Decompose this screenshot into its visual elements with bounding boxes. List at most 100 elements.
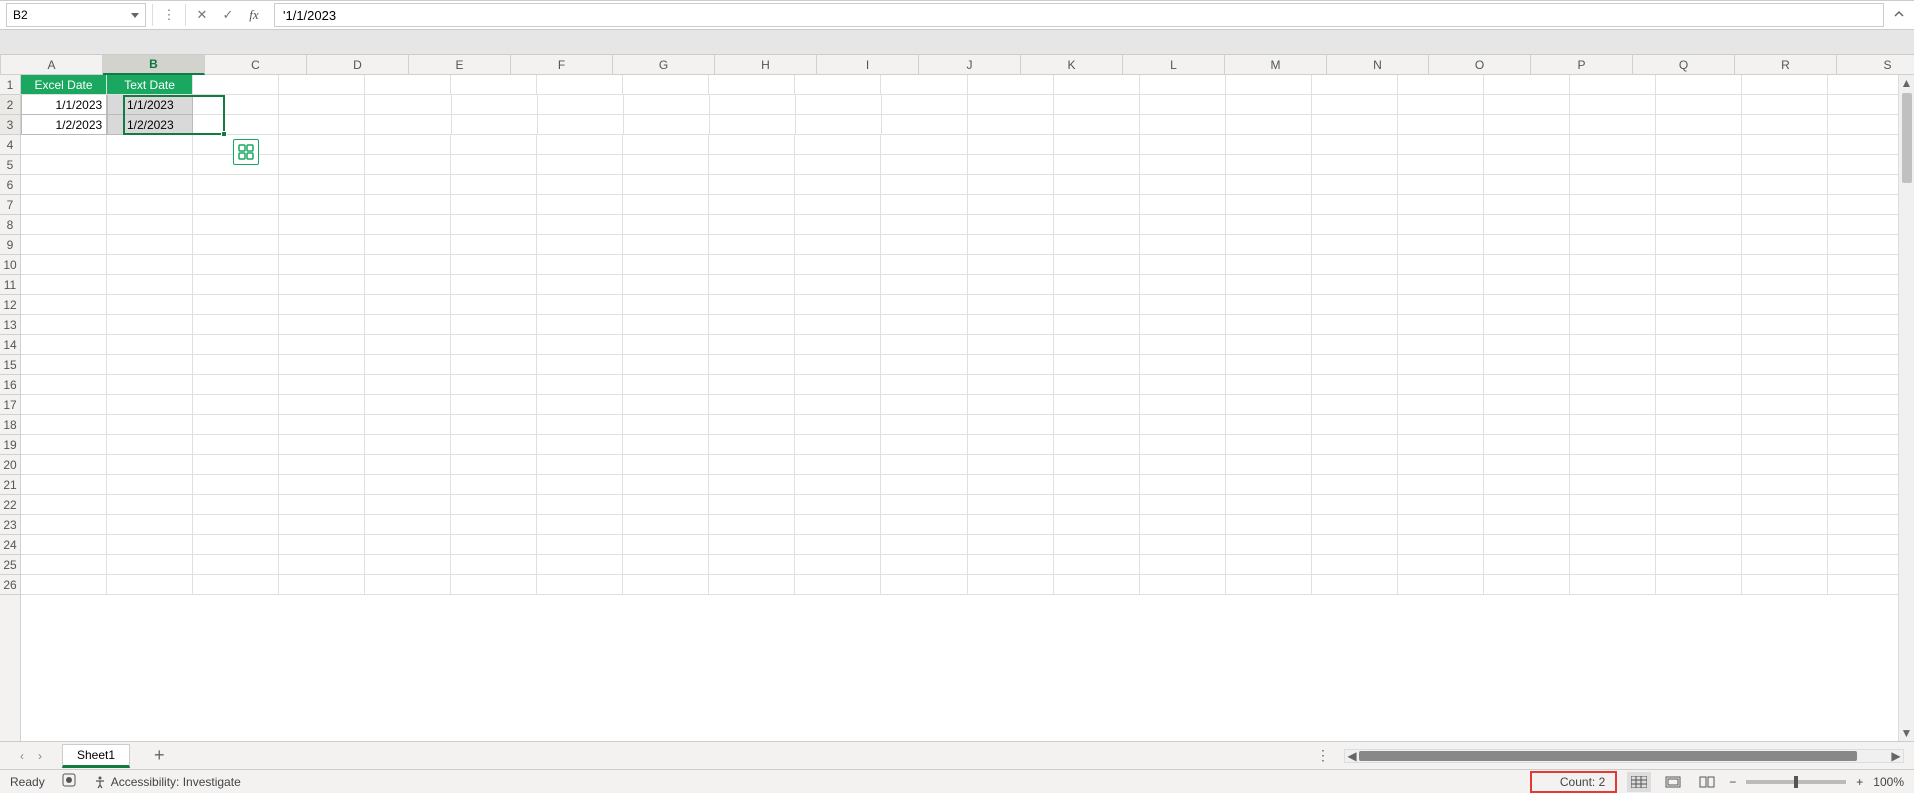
cell-G10[interactable] xyxy=(537,255,623,275)
cell-T23[interactable] xyxy=(1656,515,1742,535)
cell-Q20[interactable] xyxy=(1398,455,1484,475)
cell-H10[interactable] xyxy=(623,255,709,275)
cell-J19[interactable] xyxy=(795,435,881,455)
cell-S1[interactable] xyxy=(1570,75,1656,95)
row-header-16[interactable]: 16 xyxy=(0,375,20,395)
cell-J15[interactable] xyxy=(795,355,881,375)
cell-G20[interactable] xyxy=(537,455,623,475)
cell-G22[interactable] xyxy=(537,495,623,515)
cell-A13[interactable] xyxy=(21,315,107,335)
cell-H19[interactable] xyxy=(623,435,709,455)
next-sheet-button[interactable]: › xyxy=(38,749,42,763)
macro-recorder-icon[interactable] xyxy=(61,772,77,791)
cell-H6[interactable] xyxy=(623,175,709,195)
cell-J9[interactable] xyxy=(795,235,881,255)
accessibility-button[interactable]: Accessibility: Investigate xyxy=(93,775,241,789)
cell-E15[interactable] xyxy=(365,355,451,375)
cell-N12[interactable] xyxy=(1140,295,1226,315)
cell-U26[interactable] xyxy=(1742,575,1828,595)
cell-F1[interactable] xyxy=(451,75,537,95)
cell-M18[interactable] xyxy=(1054,415,1140,435)
cell-U14[interactable] xyxy=(1742,335,1828,355)
cell-T19[interactable] xyxy=(1656,435,1742,455)
cell-S8[interactable] xyxy=(1570,215,1656,235)
cell-S19[interactable] xyxy=(1570,435,1656,455)
cell-M5[interactable] xyxy=(1054,155,1140,175)
cell-H2[interactable] xyxy=(624,95,710,115)
row-header-7[interactable]: 7 xyxy=(0,195,20,215)
cell-O15[interactable] xyxy=(1226,355,1312,375)
cell-C3[interactable] xyxy=(193,115,279,135)
cell-J24[interactable] xyxy=(795,535,881,555)
cell-S2[interactable] xyxy=(1570,95,1656,115)
cell-J17[interactable] xyxy=(795,395,881,415)
cell-P10[interactable] xyxy=(1312,255,1398,275)
cell-I20[interactable] xyxy=(709,455,795,475)
cell-S3[interactable] xyxy=(1570,115,1656,135)
row-header-19[interactable]: 19 xyxy=(0,435,20,455)
cell-B7[interactable] xyxy=(107,195,193,215)
cell-N25[interactable] xyxy=(1140,555,1226,575)
cell-S7[interactable] xyxy=(1570,195,1656,215)
cell-K2[interactable] xyxy=(882,95,968,115)
cell-I11[interactable] xyxy=(709,275,795,295)
cell-D9[interactable] xyxy=(279,235,365,255)
cell-N26[interactable] xyxy=(1140,575,1226,595)
cell-P26[interactable] xyxy=(1312,575,1398,595)
cell-H14[interactable] xyxy=(623,335,709,355)
cell-J12[interactable] xyxy=(795,295,881,315)
cancel-formula-button[interactable]: ✕ xyxy=(192,5,212,25)
cell-B20[interactable] xyxy=(107,455,193,475)
cell-I5[interactable] xyxy=(709,155,795,175)
cell-L2[interactable] xyxy=(968,95,1054,115)
cell-N3[interactable] xyxy=(1140,115,1226,135)
cell-G12[interactable] xyxy=(537,295,623,315)
cell-L5[interactable] xyxy=(968,155,1054,175)
cell-E7[interactable] xyxy=(365,195,451,215)
cell-M6[interactable] xyxy=(1054,175,1140,195)
cell-A18[interactable] xyxy=(21,415,107,435)
cell-M21[interactable] xyxy=(1054,475,1140,495)
cell-E14[interactable] xyxy=(365,335,451,355)
cell-T11[interactable] xyxy=(1656,275,1742,295)
cell-J7[interactable] xyxy=(795,195,881,215)
cell-L10[interactable] xyxy=(968,255,1054,275)
cell-M15[interactable] xyxy=(1054,355,1140,375)
cell-Q2[interactable] xyxy=(1398,95,1484,115)
cell-F8[interactable] xyxy=(451,215,537,235)
cell-H13[interactable] xyxy=(623,315,709,335)
cell-O25[interactable] xyxy=(1226,555,1312,575)
cell-K15[interactable] xyxy=(881,355,967,375)
cell-B1[interactable]: Text Date xyxy=(107,75,193,95)
cell-G14[interactable] xyxy=(537,335,623,355)
cell-J22[interactable] xyxy=(795,495,881,515)
cell-D19[interactable] xyxy=(279,435,365,455)
cell-L3[interactable] xyxy=(968,115,1054,135)
cell-B23[interactable] xyxy=(107,515,193,535)
cell-F9[interactable] xyxy=(451,235,537,255)
cell-Q23[interactable] xyxy=(1398,515,1484,535)
row-header-2[interactable]: 2 xyxy=(0,95,20,115)
cell-F2[interactable] xyxy=(452,95,538,115)
cell-H20[interactable] xyxy=(623,455,709,475)
row-header-17[interactable]: 17 xyxy=(0,395,20,415)
cell-G7[interactable] xyxy=(537,195,623,215)
row-header-26[interactable]: 26 xyxy=(0,575,20,595)
cell-R2[interactable] xyxy=(1484,95,1570,115)
cell-P23[interactable] xyxy=(1312,515,1398,535)
cell-F21[interactable] xyxy=(451,475,537,495)
cell-M23[interactable] xyxy=(1054,515,1140,535)
cell-I26[interactable] xyxy=(709,575,795,595)
row-header-23[interactable]: 23 xyxy=(0,515,20,535)
scroll-down-icon[interactable]: ▼ xyxy=(1899,725,1914,741)
cell-R23[interactable] xyxy=(1484,515,1570,535)
cell-U20[interactable] xyxy=(1742,455,1828,475)
cell-L16[interactable] xyxy=(968,375,1054,395)
cell-F7[interactable] xyxy=(451,195,537,215)
row-header-20[interactable]: 20 xyxy=(0,455,20,475)
expand-formula-bar-icon[interactable] xyxy=(1890,6,1908,24)
cell-R21[interactable] xyxy=(1484,475,1570,495)
zoom-slider[interactable] xyxy=(1746,780,1846,784)
cell-N5[interactable] xyxy=(1140,155,1226,175)
page-layout-view-button[interactable] xyxy=(1661,772,1685,792)
